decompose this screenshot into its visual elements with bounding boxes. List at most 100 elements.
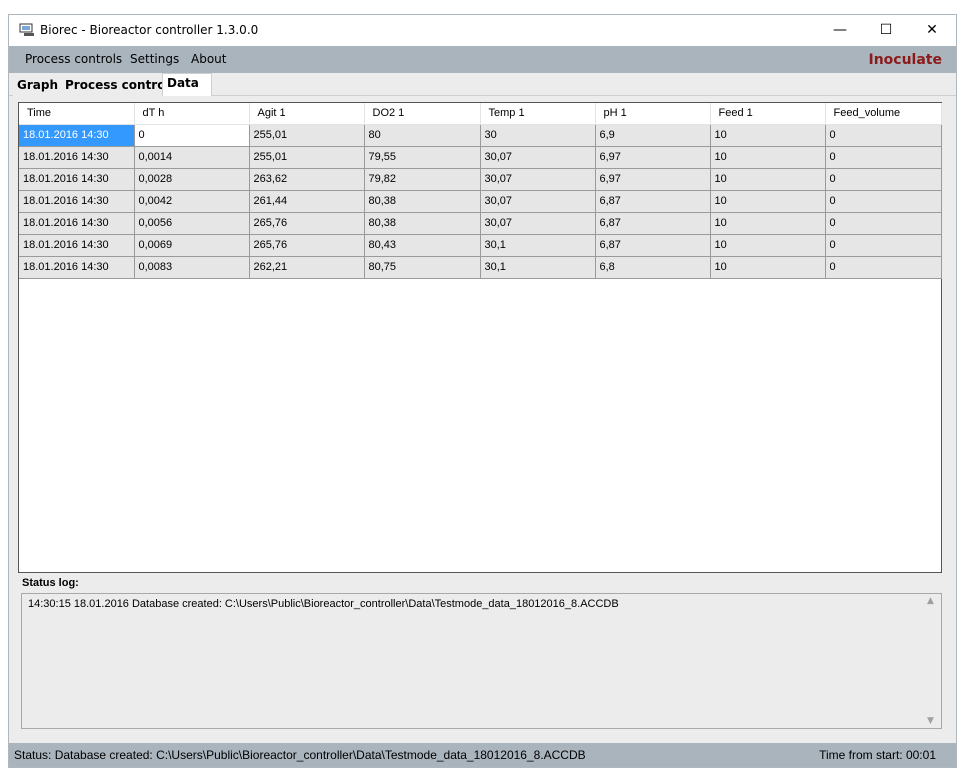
table-cell[interactable]: 30,07	[480, 168, 596, 191]
title-bar[interactable]: Biorec - Bioreactor controller 1.3.0.0 —…	[9, 15, 956, 46]
table-row[interactable]: 18.01.2016 14:30 0,0042 261,44 80,38 30,…	[19, 190, 942, 213]
table-cell[interactable]: 30	[480, 124, 596, 147]
table-cell[interactable]: 80	[364, 124, 481, 147]
table-cell[interactable]: 6,87	[595, 190, 711, 213]
table-cell[interactable]: 80,75	[364, 256, 481, 279]
table-row[interactable]: 18.01.2016 14:30 0,0056 265,76 80,38 30,…	[19, 212, 942, 235]
app-icon	[19, 23, 34, 36]
table-cell[interactable]: 18.01.2016 14:30	[19, 146, 135, 169]
table-cell[interactable]: 0,0056	[134, 212, 250, 235]
table-cell[interactable]: 255,01	[249, 146, 365, 169]
table-cell[interactable]: 255,01	[249, 124, 365, 147]
table-cell[interactable]: 0	[825, 234, 942, 257]
table-cell[interactable]: 18.01.2016 14:30	[19, 124, 135, 147]
table-cell[interactable]: 18.01.2016 14:30	[19, 212, 135, 235]
maximize-button[interactable]: ☐	[863, 15, 909, 45]
table-cell[interactable]: 10	[710, 212, 826, 235]
minimize-button[interactable]: —	[817, 15, 863, 45]
data-grid[interactable]: Time dT h Agit 1 DO2 1 Temp 1 pH 1 Feed …	[18, 102, 942, 573]
scroll-down-icon[interactable]: ▼	[927, 716, 934, 726]
app-window: Biorec - Bioreactor controller 1.3.0.0 —…	[8, 14, 957, 768]
status-bar: Status: Database created: C:\Users\Publi…	[9, 743, 956, 767]
inoculate-button[interactable]: Inoculate	[869, 52, 943, 68]
table-cell[interactable]: 30,1	[480, 256, 596, 279]
table-cell[interactable]: 79,55	[364, 146, 481, 169]
table-cell[interactable]: 6,87	[595, 234, 711, 257]
table-cell[interactable]: 30,07	[480, 190, 596, 213]
table-cell[interactable]: 10	[710, 124, 826, 147]
log-entry: 14:30:15 18.01.2016 Database created: C:…	[28, 598, 619, 610]
table-cell[interactable]: 18.01.2016 14:30	[19, 234, 135, 257]
table-cell[interactable]: 10	[710, 168, 826, 191]
status-log-box[interactable]: 14:30:15 18.01.2016 Database created: C:…	[21, 593, 942, 729]
table-cell[interactable]: 262,21	[249, 256, 365, 279]
column-header[interactable]: Temp 1	[480, 103, 596, 125]
column-header[interactable]: dT h	[134, 103, 250, 125]
table-cell[interactable]: 18.01.2016 14:30	[19, 168, 135, 191]
table-cell[interactable]: 6,97	[595, 146, 711, 169]
table-cell[interactable]: 265,76	[249, 212, 365, 235]
scroll-up-icon[interactable]: ▲	[927, 596, 934, 606]
table-cell[interactable]: 80,43	[364, 234, 481, 257]
table-row[interactable]: 18.01.2016 14:30 0,0069 265,76 80,43 30,…	[19, 234, 942, 257]
log-scrollbar[interactable]: ▲ ▼	[924, 594, 941, 728]
table-row[interactable]: 18.01.2016 14:30 0,0028 263,62 79,82 30,…	[19, 168, 942, 191]
tab-process-control[interactable]: Process control	[61, 76, 175, 96]
time-from-start: Time from start: 00:01	[819, 748, 936, 762]
table-row[interactable]: 18.01.2016 14:30 0,0083 262,21 80,75 30,…	[19, 256, 942, 279]
menu-process-controls[interactable]: Process controls	[25, 52, 122, 66]
status-log-label: Status log:	[22, 577, 79, 589]
window-title: Biorec - Bioreactor controller 1.3.0.0	[40, 23, 259, 37]
tab-graph[interactable]: Graph	[13, 76, 63, 96]
table-cell[interactable]: 0	[825, 168, 942, 191]
table-cell[interactable]: 0,0014	[134, 146, 250, 169]
data-tab-content: Time dT h Agit 1 DO2 1 Temp 1 pH 1 Feed …	[9, 96, 956, 743]
table-cell[interactable]: 0	[825, 190, 942, 213]
column-header[interactable]: Time	[19, 103, 135, 125]
table-cell[interactable]: 263,62	[249, 168, 365, 191]
table-cell[interactable]: 0	[825, 256, 942, 279]
table-cell[interactable]: 18.01.2016 14:30	[19, 190, 135, 213]
column-header[interactable]: pH 1	[595, 103, 711, 125]
table-row[interactable]: 18.01.2016 14:30 0,0014 255,01 79,55 30,…	[19, 146, 942, 169]
table-cell[interactable]: 6,8	[595, 256, 711, 279]
table-cell[interactable]: 265,76	[249, 234, 365, 257]
table-cell[interactable]: 0	[825, 146, 942, 169]
table-cell[interactable]: 0	[134, 124, 250, 147]
table-cell[interactable]: 10	[710, 234, 826, 257]
table-row[interactable]: 18.01.2016 14:30 0 255,01 80 30 6,9 10 0	[19, 124, 942, 147]
table-cell[interactable]: 6,97	[595, 168, 711, 191]
menu-about[interactable]: About	[191, 52, 226, 66]
table-cell[interactable]: 0	[825, 124, 942, 147]
table-cell[interactable]: 0,0042	[134, 190, 250, 213]
table-cell[interactable]: 79,82	[364, 168, 481, 191]
status-text: Status: Database created: C:\Users\Publi…	[14, 748, 586, 762]
table-cell[interactable]: 0	[825, 212, 942, 235]
column-header[interactable]: Feed_volume	[825, 103, 942, 125]
table-cell[interactable]: 10	[710, 256, 826, 279]
table-cell[interactable]: 10	[710, 146, 826, 169]
close-button[interactable]: ✕	[909, 15, 955, 45]
column-header[interactable]: Feed 1	[710, 103, 826, 125]
table-cell[interactable]: 261,44	[249, 190, 365, 213]
menu-settings[interactable]: Settings	[130, 52, 179, 66]
table-cell[interactable]: 30,1	[480, 234, 596, 257]
header-row: Time dT h Agit 1 DO2 1 Temp 1 pH 1 Feed …	[19, 103, 942, 125]
table-cell[interactable]: 80,38	[364, 190, 481, 213]
table-cell[interactable]: 30,07	[480, 212, 596, 235]
table-cell[interactable]: 0,0028	[134, 168, 250, 191]
tab-data[interactable]: Data	[162, 73, 212, 96]
column-header[interactable]: DO2 1	[364, 103, 481, 125]
column-header[interactable]: Agit 1	[249, 103, 365, 125]
table-cell[interactable]: 18.01.2016 14:30	[19, 256, 135, 279]
tab-strip: Graph Process control Data	[9, 73, 956, 96]
table-cell[interactable]: 30,07	[480, 146, 596, 169]
data-table: Time dT h Agit 1 DO2 1 Temp 1 pH 1 Feed …	[19, 103, 942, 279]
table-cell[interactable]: 0,0083	[134, 256, 250, 279]
table-cell[interactable]: 80,38	[364, 212, 481, 235]
table-cell[interactable]: 0,0069	[134, 234, 250, 257]
menu-bar: Process controls Settings About Inoculat…	[9, 46, 956, 73]
table-cell[interactable]: 6,87	[595, 212, 711, 235]
table-cell[interactable]: 6,9	[595, 124, 711, 147]
table-cell[interactable]: 10	[710, 190, 826, 213]
